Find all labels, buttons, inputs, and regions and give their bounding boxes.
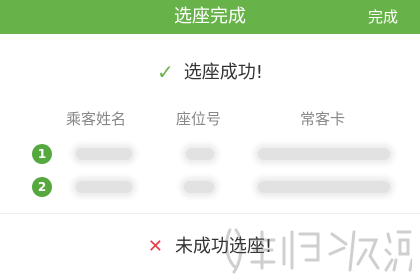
redacted-passenger-name <box>76 148 132 160</box>
done-button[interactable]: 完成 <box>368 0 398 34</box>
passenger-row: 1 <box>0 142 420 168</box>
page-title: 选座完成 <box>174 6 246 27</box>
redacted-frequent-flyer-card <box>258 181 390 193</box>
success-message: ✓ 选座成功! <box>0 58 420 88</box>
cross-icon: ✕ <box>147 236 163 257</box>
row-index-badge: 2 <box>32 177 52 197</box>
watermark-logo <box>225 228 412 274</box>
redacted-frequent-flyer-card <box>258 148 390 160</box>
app-header: 选座完成 完成 <box>0 0 420 34</box>
check-icon: ✓ <box>157 60 174 84</box>
column-header-frequent-flyer: 常客卡 <box>300 110 346 128</box>
passenger-row: 2 <box>0 175 420 201</box>
success-text: 选座成功! <box>183 62 263 83</box>
redacted-seat-number <box>186 148 214 160</box>
redacted-passenger-name <box>76 181 132 193</box>
row-index-badge: 1 <box>32 144 52 164</box>
redacted-seat-number <box>184 181 214 193</box>
section-divider <box>0 213 420 214</box>
column-header-seat-number: 座位号 <box>176 110 222 128</box>
column-header-passenger-name: 乘客姓名 <box>66 110 127 128</box>
